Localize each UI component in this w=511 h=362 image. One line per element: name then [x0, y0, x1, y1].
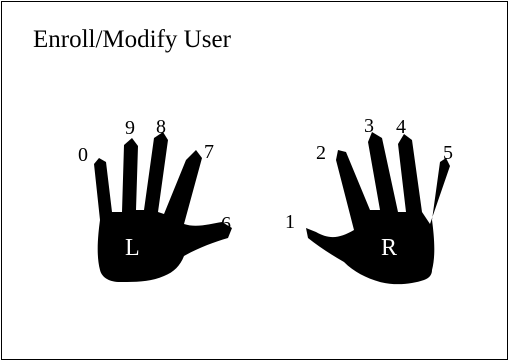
finger-5[interactable]: 5: [443, 143, 453, 163]
finger-3[interactable]: 3: [364, 116, 374, 136]
right-hand: 1 2 3 4 5 R: [0, 0, 511, 362]
finger-2[interactable]: 2: [316, 143, 326, 163]
right-hand-icon: [306, 132, 450, 285]
finger-1[interactable]: 1: [285, 212, 295, 232]
finger-4[interactable]: 4: [396, 117, 406, 137]
right-hand-letter: R: [381, 235, 398, 261]
